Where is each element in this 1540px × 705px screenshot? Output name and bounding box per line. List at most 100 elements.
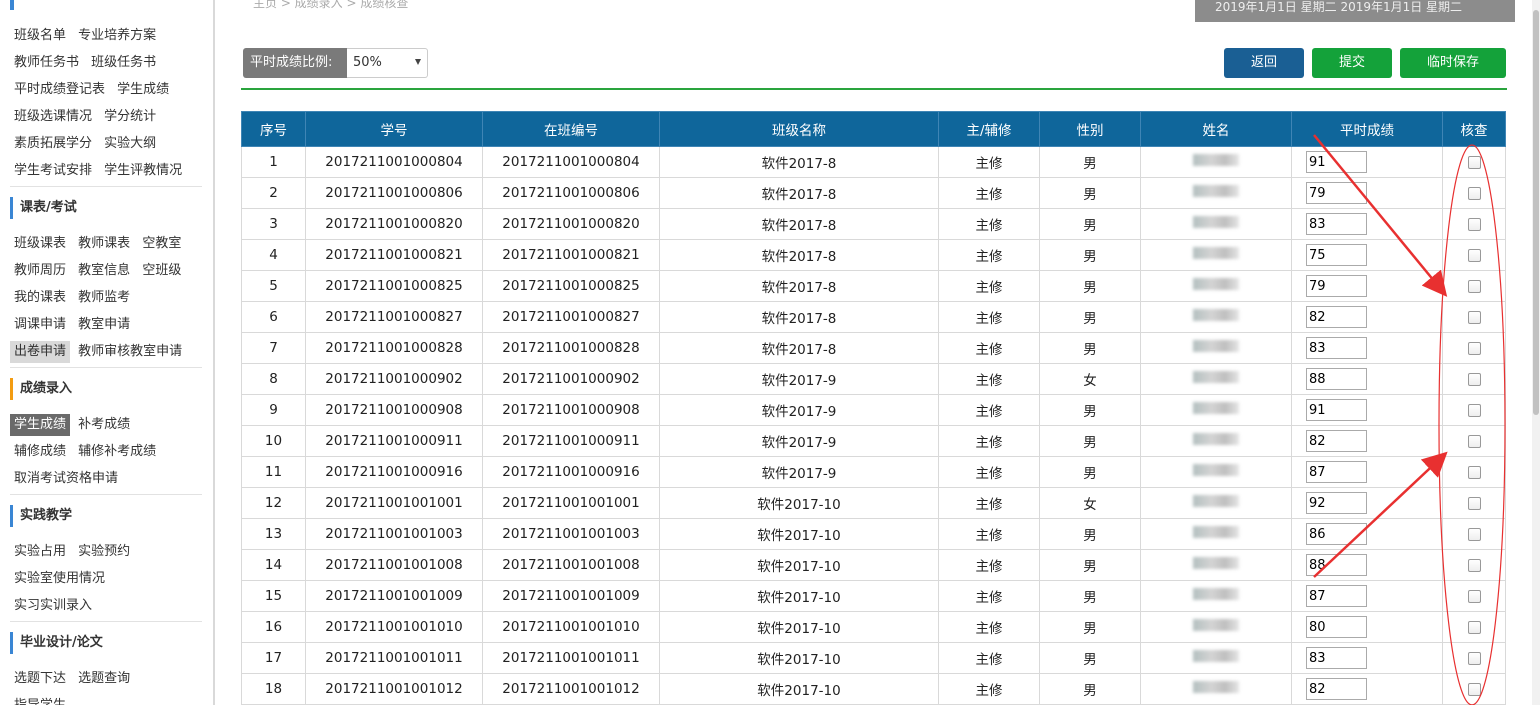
- cell-student-id: 2017211001000908: [305, 394, 483, 426]
- cell-gender: 男: [1039, 518, 1141, 550]
- sidebar-item-classroom-request[interactable]: 教室申请: [74, 314, 134, 336]
- score-input[interactable]: [1306, 492, 1367, 514]
- check-checkbox[interactable]: [1467, 558, 1481, 572]
- score-input[interactable]: [1306, 678, 1367, 700]
- sidebar-row: 教师任务书 班级任务书: [10, 52, 160, 74]
- score-input[interactable]: [1306, 554, 1367, 576]
- sidebar-item-topic-assign[interactable]: 选题下达: [10, 668, 70, 690]
- check-checkbox[interactable]: [1467, 248, 1481, 262]
- cell-class-name: 软件2017-10: [659, 580, 939, 612]
- sidebar-row: 我的课表 教师监考: [10, 287, 134, 309]
- sidebar-item-teacher-timetable[interactable]: 教师课表: [74, 233, 134, 255]
- score-input[interactable]: [1306, 647, 1367, 669]
- score-input[interactable]: [1306, 306, 1367, 328]
- check-checkbox[interactable]: [1467, 341, 1481, 355]
- divider: [241, 88, 1507, 90]
- check-checkbox[interactable]: [1467, 279, 1481, 293]
- sidebar-item-class-change-request[interactable]: 调课申请: [10, 314, 70, 336]
- check-checkbox[interactable]: [1467, 217, 1481, 231]
- sidebar-item-teacher-task[interactable]: 教师任务书: [10, 52, 83, 74]
- score-input[interactable]: [1306, 461, 1367, 483]
- sidebar-item-class-timetable[interactable]: 班级课表: [10, 233, 70, 255]
- sidebar-item-teaching-evaluation[interactable]: 学生评教情况: [100, 160, 186, 182]
- sidebar-item-makeup-grades[interactable]: 补考成绩: [74, 414, 134, 436]
- sidebar-item-minor-grades[interactable]: 辅修成绩: [10, 441, 70, 463]
- score-input[interactable]: [1306, 337, 1367, 359]
- sidebar-item-exam-schedule[interactable]: 学生考试安排: [10, 160, 96, 182]
- cell-class-number: 2017211001000828: [482, 332, 660, 364]
- cell-major-minor: 主修: [938, 363, 1040, 395]
- submit-button[interactable]: 提交: [1312, 48, 1392, 78]
- sidebar-item-classroom-request-review[interactable]: 教师审核教室申请: [74, 341, 186, 363]
- check-checkbox[interactable]: [1467, 682, 1481, 696]
- sidebar-item-credit-stats[interactable]: 学分统计: [100, 106, 160, 128]
- cell-major-minor: 主修: [938, 332, 1040, 364]
- section-header-grades[interactable]: 成绩录入: [10, 378, 202, 400]
- sidebar-item-my-timetable[interactable]: 我的课表: [10, 287, 70, 309]
- sidebar-item-training-plan[interactable]: 专业培养方案: [74, 25, 160, 47]
- sidebar-item-lab-syllabus[interactable]: 实验大纲: [100, 133, 160, 155]
- check-checkbox[interactable]: [1467, 651, 1481, 665]
- sidebar-item-empty-class[interactable]: 空班级: [138, 260, 185, 282]
- check-checkbox[interactable]: [1467, 620, 1481, 634]
- cell-name: [1140, 363, 1292, 395]
- temp-save-button[interactable]: 临时保存: [1400, 48, 1506, 78]
- cell-student-id: 2017211001000825: [305, 270, 483, 302]
- score-input[interactable]: [1306, 430, 1367, 452]
- sidebar-item-lab-booking[interactable]: 实验预约: [74, 541, 134, 563]
- score-input[interactable]: [1306, 275, 1367, 297]
- score-input[interactable]: [1306, 368, 1367, 390]
- cell-class-name: 软件2017-9: [659, 394, 939, 426]
- sidebar-item-lab-usage[interactable]: 实验室使用情况: [10, 568, 109, 590]
- sidebar-item-class-roster[interactable]: 班级名单: [10, 25, 70, 47]
- sidebar-item-empty-classroom[interactable]: 空教室: [138, 233, 185, 255]
- sidebar-item-exam-paper-request[interactable]: 出卷申请: [10, 341, 71, 363]
- sidebar-item-lab-occupancy[interactable]: 实验占用: [10, 541, 70, 563]
- sidebar-item-class-task[interactable]: 班级任务书: [87, 52, 160, 74]
- sidebar-item-student-grades[interactable]: 学生成绩: [113, 79, 173, 101]
- score-input[interactable]: [1306, 244, 1367, 266]
- cell-student-id: 2017211001000911: [305, 425, 483, 457]
- score-input[interactable]: [1306, 585, 1367, 607]
- sidebar-item-supervise-students[interactable]: 指导学生: [10, 695, 70, 705]
- sidebar-item-classroom-info[interactable]: 教室信息: [74, 260, 134, 282]
- check-checkbox[interactable]: [1467, 186, 1481, 200]
- section-header-thesis[interactable]: 毕业设计/论文: [10, 632, 202, 654]
- score-input[interactable]: [1306, 151, 1367, 173]
- cell-class-name: 软件2017-8: [659, 146, 939, 178]
- check-checkbox[interactable]: [1467, 465, 1481, 479]
- sidebar-item-course-selection[interactable]: 班级选课情况: [10, 106, 96, 128]
- score-input[interactable]: [1306, 182, 1367, 204]
- cell-class-name: 软件2017-8: [659, 239, 939, 271]
- score-input[interactable]: [1306, 213, 1367, 235]
- check-checkbox[interactable]: [1467, 403, 1481, 417]
- sidebar-item-topic-query[interactable]: 选题查询: [74, 668, 134, 690]
- sidebar-item-minor-makeup-grades[interactable]: 辅修补考成绩: [74, 441, 160, 463]
- sidebar-item-quality-credits[interactable]: 素质拓展学分: [10, 133, 96, 155]
- cell-index: 13: [241, 518, 306, 550]
- score-input[interactable]: [1306, 399, 1367, 421]
- sidebar-item-student-grade-entry[interactable]: 学生成绩: [10, 414, 71, 436]
- sidebar-item-teacher-proctor[interactable]: 教师监考: [74, 287, 134, 309]
- sidebar-item-cancel-exam-eligibility[interactable]: 取消考试资格申请: [10, 468, 122, 490]
- score-input[interactable]: [1306, 616, 1367, 638]
- table-row: 9 2017211001000908 2017211001000908 软件2017-…: [241, 394, 1506, 426]
- back-button[interactable]: 返回: [1224, 48, 1304, 78]
- scrollbar[interactable]: [1532, 0, 1540, 705]
- sidebar-item-teacher-calendar[interactable]: 教师周历: [10, 260, 70, 282]
- check-checkbox[interactable]: [1467, 372, 1481, 386]
- sidebar-row: 调课申请 教室申请: [10, 314, 134, 336]
- score-input[interactable]: [1306, 523, 1367, 545]
- check-checkbox[interactable]: [1467, 589, 1481, 603]
- check-checkbox[interactable]: [1467, 310, 1481, 324]
- check-checkbox[interactable]: [1467, 155, 1481, 169]
- check-checkbox[interactable]: [1467, 496, 1481, 510]
- check-checkbox[interactable]: [1467, 434, 1481, 448]
- sidebar-item-internship-entry[interactable]: 实习实训录入: [10, 595, 96, 617]
- check-checkbox[interactable]: [1467, 527, 1481, 541]
- ratio-select[interactable]: 50%: [347, 48, 428, 78]
- section-header-schedule[interactable]: 课表/考试: [10, 197, 202, 219]
- scrollbar-thumb[interactable]: [1533, 10, 1539, 415]
- sidebar-item-regular-grade-sheet[interactable]: 平时成绩登记表: [10, 79, 109, 101]
- section-header-practice[interactable]: 实践教学: [10, 505, 202, 527]
